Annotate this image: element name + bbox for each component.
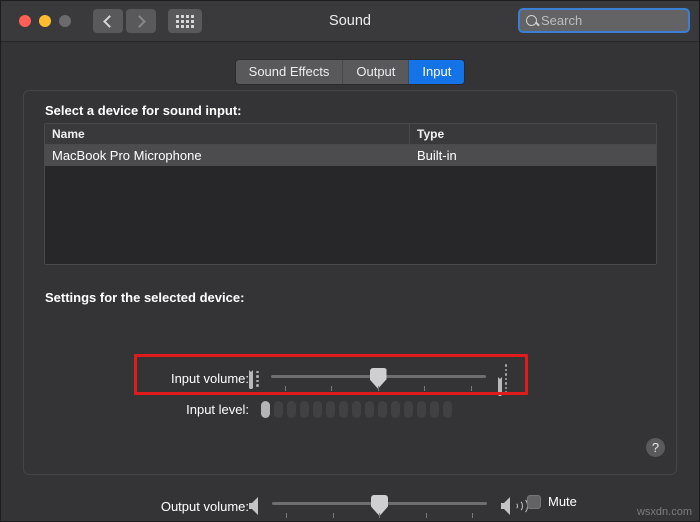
help-button[interactable]: ? [646,438,665,457]
table-header-row: Name Type [45,124,656,145]
microphone-large-icon [497,364,507,396]
slider-ticks [272,513,487,518]
search-input[interactable] [541,13,682,28]
input-volume-label: Input volume: [170,371,249,387]
tab-bar: Sound Effects Output Input [1,59,699,85]
chevron-right-icon [133,14,146,28]
input-device-table[interactable]: Name Type MacBook Pro Microphone Built-i… [44,123,657,265]
device-name-cell: MacBook Pro Microphone [52,148,202,163]
mute-checkbox-group[interactable]: Mute [527,494,577,509]
tab-group: Sound Effects Output Input [234,59,466,85]
input-level-row: Input level: [144,401,452,418]
close-window-button[interactable] [19,15,31,27]
settings-for-device-label: Settings for the selected device: [45,290,245,305]
input-level-label: Input level: [186,402,249,417]
tab-input[interactable]: Input [409,60,465,84]
search-field[interactable] [518,8,690,33]
watermark: wsxdn.com [636,506,692,518]
tab-sound-effects[interactable]: Sound Effects [235,60,344,84]
window-titlebar: Sound [1,1,699,42]
input-volume-row: Input volume: [144,364,507,396]
slider-ticks [271,385,486,391]
column-header-name[interactable]: Name [45,124,410,144]
output-volume-row: Output volume: [133,493,528,519]
speaker-quiet-icon [249,497,258,515]
output-volume-slider[interactable] [272,493,487,519]
speaker-loud-icon [501,497,528,515]
select-device-label: Select a device for sound input: [45,103,242,118]
mute-label: Mute [548,494,577,509]
microphone-level-dots-low-icon [256,370,259,387]
navigation-buttons [93,9,156,33]
back-button[interactable] [93,9,123,33]
window-controls [19,15,71,27]
device-type-cell: Built-in [417,148,457,163]
forward-button[interactable] [126,9,156,33]
window-content: Sound Effects Output Input Select a devi… [1,42,699,521]
table-row[interactable]: MacBook Pro Microphone Built-in [45,145,656,166]
column-header-type[interactable]: Type [410,124,656,144]
input-level-meter [261,401,452,418]
output-volume-label: Output volume: [160,498,249,514]
mute-checkbox[interactable] [527,494,541,509]
sound-preferences-window: Sound Sound Effects Output Input Select … [0,0,700,522]
show-all-preferences-button[interactable] [168,9,202,33]
sound-waves-icon [512,497,528,515]
chevron-left-icon [103,14,116,28]
search-icon [526,15,537,26]
minimize-window-button[interactable] [39,15,51,27]
zoom-window-button[interactable] [59,15,71,27]
microphone-level-dots-high-icon [504,364,507,394]
tab-output[interactable]: Output [343,60,410,84]
grid-icon [176,14,194,28]
input-volume-slider[interactable] [270,366,486,392]
microphone-small-icon [249,369,259,389]
